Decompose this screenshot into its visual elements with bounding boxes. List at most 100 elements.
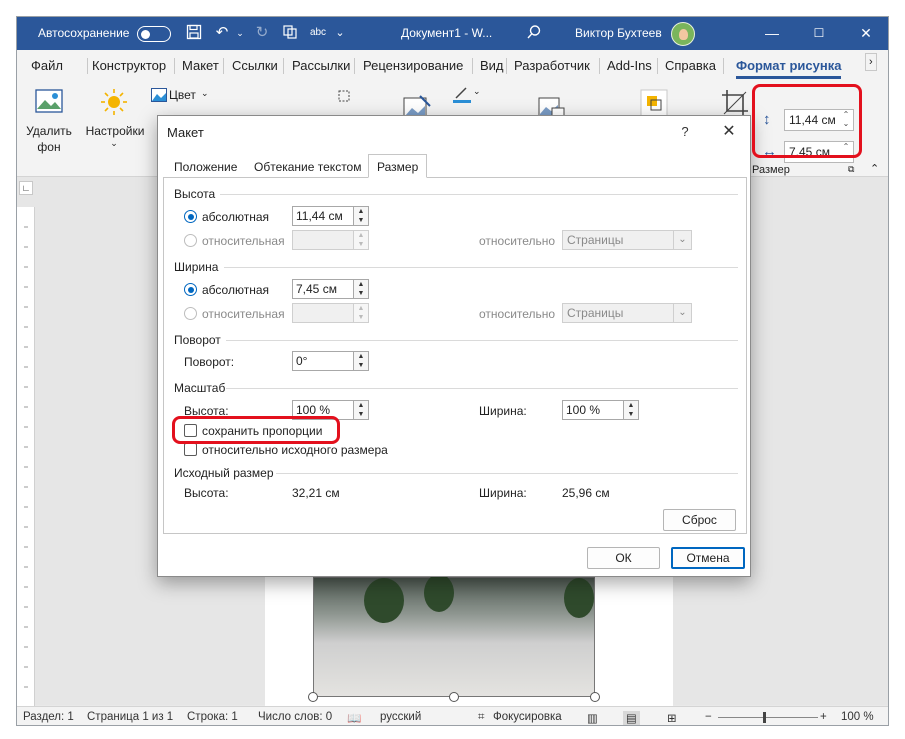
original-height-value: 32,21 см xyxy=(292,486,340,500)
print-layout-icon[interactable]: ▤ xyxy=(623,711,640,725)
status-focus[interactable]: Фокусировка xyxy=(493,711,562,723)
section-divider xyxy=(226,388,738,389)
read-mode-icon[interactable]: ▥ xyxy=(587,711,598,725)
height-relative-to-select[interactable]: Страницы ⌄ xyxy=(562,230,692,250)
zoom-level[interactable]: 100 % xyxy=(841,711,874,723)
tab-size[interactable]: Размер xyxy=(368,154,428,178)
original-width-value: 25,96 см xyxy=(562,486,610,500)
tab-developer[interactable]: Разработчик xyxy=(514,58,590,73)
tab-layout[interactable]: Макет xyxy=(182,58,219,73)
crop-tool-icon[interactable] xyxy=(720,88,750,118)
close-dialog-button[interactable]: ✕ xyxy=(718,121,740,143)
cancel-button[interactable]: Отмена xyxy=(671,547,745,569)
width-relative-radio[interactable] xyxy=(184,307,197,320)
remove-background-icon[interactable] xyxy=(34,87,64,117)
arrange-icon[interactable] xyxy=(639,88,669,118)
zoom-slider-track[interactable] xyxy=(718,717,818,718)
rotation-label: Поворот: xyxy=(184,355,235,369)
redo-icon[interactable]: ↻ xyxy=(253,24,271,42)
save-icon[interactable] xyxy=(185,24,203,42)
zoom-in-button[interactable]: + xyxy=(820,711,827,723)
tab-file[interactable]: Файл xyxy=(31,58,63,73)
picture-border-icon[interactable] xyxy=(453,87,471,103)
rotation-spinner[interactable]: ▲ ▼ xyxy=(353,351,369,371)
chevron-down-icon[interactable]: ⌄ xyxy=(201,88,209,99)
tab-separator xyxy=(87,58,88,74)
tab-separator xyxy=(506,58,507,74)
chevron-down-icon: ⌄ xyxy=(673,304,691,322)
color-label[interactable]: Цвет xyxy=(169,88,196,102)
reset-button[interactable]: Сброс xyxy=(663,509,736,531)
resize-handle[interactable] xyxy=(590,692,600,702)
resize-handle[interactable] xyxy=(308,692,318,702)
collapse-ribbon-icon[interactable]: ⌃ xyxy=(870,162,879,175)
selected-picture[interactable] xyxy=(313,574,595,697)
undo-icon[interactable]: ↶ xyxy=(213,24,231,42)
height-absolute-radio[interactable] xyxy=(184,210,197,223)
avatar[interactable] xyxy=(671,22,695,46)
scale-width-field[interactable]: 100 % xyxy=(562,400,624,420)
width-absolute-radio[interactable] xyxy=(184,283,197,296)
tab-help[interactable]: Справка xyxy=(665,58,716,73)
tab-review[interactable]: Рецензирование xyxy=(363,58,463,73)
tabs-scroll-right-icon[interactable]: › xyxy=(865,53,877,71)
ruler-tab-selector[interactable]: ∟ xyxy=(19,181,33,195)
original-height-label: Высота: xyxy=(184,486,229,500)
tab-separator xyxy=(657,58,658,74)
resize-handle[interactable] xyxy=(449,692,459,702)
ok-button[interactable]: ОК xyxy=(587,547,660,569)
width-absolute-spinner[interactable]: ▲ ▼ xyxy=(353,279,369,299)
tab-picture-format[interactable]: Формат рисунка xyxy=(736,58,841,73)
copy-format-icon[interactable] xyxy=(281,24,299,42)
chevron-down-icon[interactable]: ⌄ xyxy=(473,86,481,97)
zoom-slider-thumb[interactable] xyxy=(763,712,766,723)
corrections-icon[interactable] xyxy=(99,87,129,117)
autosave-toggle[interactable] xyxy=(137,26,171,42)
width-relative-spinner[interactable]: ▲ ▼ xyxy=(353,303,369,323)
maximize-button[interactable]: ☐ xyxy=(799,23,839,45)
tab-references[interactable]: Ссылки xyxy=(232,58,278,73)
close-window-button[interactable]: ✕ xyxy=(846,23,886,45)
more-commands-icon[interactable]: ⌄ xyxy=(331,24,349,42)
minimize-button[interactable]: — xyxy=(752,23,792,45)
spelling-icon[interactable]: abc xyxy=(309,24,327,42)
tab-design[interactable]: Конструктор xyxy=(92,58,166,73)
height-relative-radio[interactable] xyxy=(184,234,197,247)
tab-mailings[interactable]: Рассылки xyxy=(292,58,350,73)
web-layout-icon[interactable]: ⊞ xyxy=(667,711,677,725)
status-line[interactable]: Строка: 1 xyxy=(187,711,238,723)
scale-height-spinner[interactable]: ▲ ▼ xyxy=(353,400,369,420)
status-language[interactable]: русский xyxy=(380,711,421,723)
help-button[interactable]: ? xyxy=(674,121,696,143)
chevron-down-icon[interactable]: ⌄ xyxy=(231,24,249,42)
relative-to-original-checkbox[interactable] xyxy=(184,443,197,456)
width-relative-field[interactable] xyxy=(292,303,354,323)
height-absolute-field[interactable]: 11,44 см xyxy=(292,206,354,226)
height-absolute-spinner[interactable]: ▲ ▼ xyxy=(353,206,369,226)
focus-icon[interactable]: ⌗ xyxy=(478,711,484,724)
scale-width-spinner[interactable]: ▲ ▼ xyxy=(623,400,639,420)
height-relative-field[interactable] xyxy=(292,230,354,250)
remove-background-label-2: фон xyxy=(37,140,61,154)
crop-icon[interactable] xyxy=(337,89,351,103)
width-absolute-field[interactable]: 7,45 см xyxy=(292,279,354,299)
spelling-check-icon[interactable]: 📖 xyxy=(347,711,361,725)
zoom-out-button[interactable]: − xyxy=(705,711,712,723)
dialog-tabs: Положение Обтекание текстом Размер xyxy=(163,154,747,178)
status-section[interactable]: Раздел: 1 xyxy=(23,711,74,723)
tab-position[interactable]: Положение xyxy=(165,154,246,178)
tab-view[interactable]: Вид xyxy=(480,58,504,73)
user-name[interactable]: Виктор Бухтеев xyxy=(575,26,662,40)
width-relative-to-select[interactable]: Страницы ⌄ xyxy=(562,303,692,323)
color-icon[interactable] xyxy=(151,88,167,102)
search-icon[interactable] xyxy=(525,24,543,42)
tab-add-ins[interactable]: Add-Ins xyxy=(607,58,652,73)
status-bar: Раздел: 1 Страница 1 из 1 Строка: 1 Числ… xyxy=(17,706,888,725)
chevron-down-icon[interactable]: ⌄ xyxy=(105,138,123,149)
height-relative-spinner[interactable]: ▲ ▼ xyxy=(353,230,369,250)
tab-text-wrapping[interactable]: Обтекание текстом xyxy=(245,154,370,178)
status-word-count[interactable]: Число слов: 0 xyxy=(258,711,332,723)
size-dialog-launcher-icon[interactable]: ⧉ xyxy=(848,164,854,175)
rotation-field[interactable]: 0° xyxy=(292,351,354,371)
status-page[interactable]: Страница 1 из 1 xyxy=(87,711,173,723)
